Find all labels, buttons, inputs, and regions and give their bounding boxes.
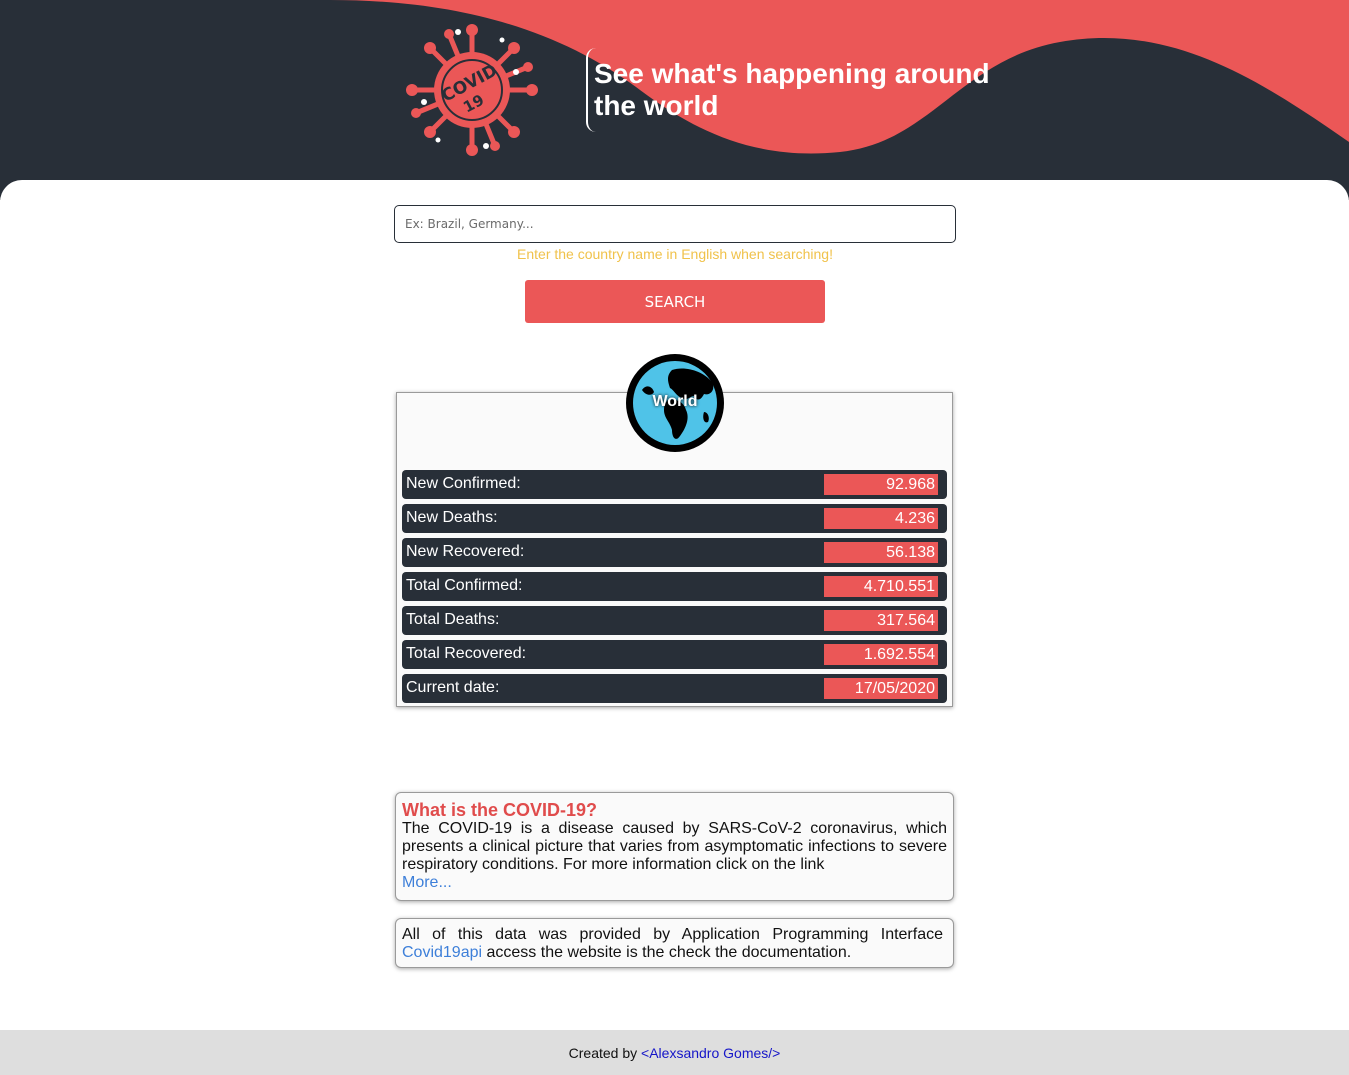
stat-value: 1.692.554 xyxy=(824,644,938,665)
stat-row-new-deaths: New Deaths: 4.236 xyxy=(402,504,947,533)
stat-value: 92.968 xyxy=(824,474,938,495)
more-link[interactable]: More... xyxy=(402,874,452,891)
main-content: Enter the country name in English when s… xyxy=(0,180,1349,1030)
stat-label: Total Recovered: xyxy=(406,645,527,662)
stat-label: Total Confirmed: xyxy=(406,577,523,594)
stat-row-new-recovered: New Recovered: 56.138 xyxy=(402,538,947,567)
stat-label: New Recovered: xyxy=(406,543,525,560)
stat-row-total-confirmed: Total Confirmed: 4.710.551 xyxy=(402,572,947,601)
covid-virus-logo-icon: COVID 19 xyxy=(406,24,538,156)
footer-prefix: Created by xyxy=(568,1045,642,1061)
stat-value: 56.138 xyxy=(824,542,938,563)
footer: Created by <Alexsandro Gomes/> xyxy=(0,1030,1349,1075)
stat-label: Current date: xyxy=(406,679,500,696)
country-search-input[interactable] xyxy=(394,205,956,243)
search-hint: Enter the country name in English when s… xyxy=(517,246,833,262)
author-link[interactable]: <Alexsandro Gomes/> xyxy=(641,1045,780,1061)
api-credit-card: All of this data was provided by Applica… xyxy=(395,918,954,968)
stat-value: 4.236 xyxy=(824,508,938,529)
stat-value: 317.564 xyxy=(824,610,938,631)
tagline-text: See what's happening around the world xyxy=(594,58,990,121)
api-text-line: All of this data was provided by Applica… xyxy=(402,926,943,943)
stat-row-current-date: Current date: 17/05/2020 xyxy=(402,674,947,703)
header-tagline: See what's happening around the world xyxy=(586,48,1006,132)
header: COVID 19 See what's happening around the… xyxy=(0,0,1349,200)
stat-value: 17/05/2020 xyxy=(824,678,938,699)
info-body: The COVID-19 is a disease caused by SARS… xyxy=(402,820,947,873)
stats-list: New Confirmed: 92.968 New Deaths: 4.236 … xyxy=(402,470,947,708)
stat-label: Total Deaths: xyxy=(406,611,500,628)
stat-value: 4.710.551 xyxy=(824,576,938,597)
search-button[interactable]: SEARCH xyxy=(525,280,825,323)
stat-row-total-recovered: Total Recovered: 1.692.554 xyxy=(402,640,947,669)
stat-label: New Deaths: xyxy=(406,509,498,526)
covid-info-card: What is the COVID-19? The COVID-19 is a … xyxy=(395,792,954,901)
covid19api-link[interactable]: Covid19api xyxy=(402,944,482,961)
stat-row-total-deaths: Total Deaths: 317.564 xyxy=(402,606,947,635)
info-title: What is the COVID-19? xyxy=(402,800,598,820)
stat-row-new-confirmed: New Confirmed: 92.968 xyxy=(402,470,947,499)
api-text-after: access the website is the check the docu… xyxy=(482,944,852,961)
api-text-second-line: Covid19api access the website is the che… xyxy=(402,944,943,962)
stat-label: New Confirmed: xyxy=(406,475,521,492)
world-label: World xyxy=(652,393,698,410)
